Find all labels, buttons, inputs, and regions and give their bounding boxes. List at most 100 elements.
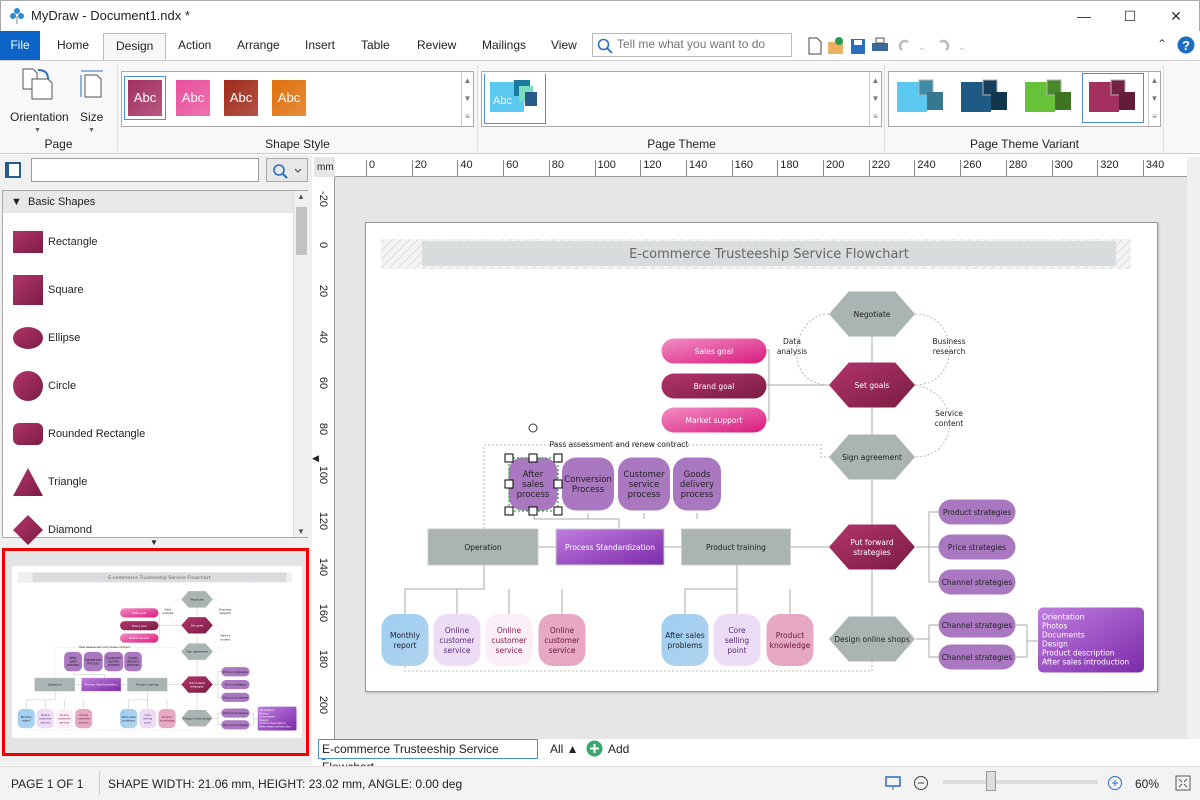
theme-variant-2[interactable]: [1023, 78, 1075, 118]
node-product-knowledge[interactable]: Productknowledge: [766, 614, 814, 666]
node-after-sales-problems[interactable]: After salesproblems: [661, 614, 709, 666]
node-price-strategies[interactable]: Price strategies: [938, 534, 1016, 560]
add-page-button[interactable]: Add: [608, 742, 629, 756]
tell-me-input[interactable]: [617, 37, 787, 51]
size-button[interactable]: Size ▼: [78, 65, 108, 135]
close-button[interactable]: ✕: [1153, 1, 1199, 31]
zoom-slider-thumb[interactable]: [986, 771, 996, 791]
canvas-vertical-scrollbar[interactable]: [1187, 157, 1200, 739]
node-process-std[interactable]: Process Standardization: [555, 528, 665, 566]
diagram-overview[interactable]: [2, 548, 309, 756]
tab-review[interactable]: Review: [405, 33, 468, 60]
shape-item-triangle[interactable]: Triangle: [3, 458, 293, 506]
node-online-cs-3[interactable]: Onlinecustomerservice: [538, 614, 586, 666]
zoom-out-icon[interactable]: [913, 775, 929, 791]
node-online-cs-1[interactable]: Onlinecustomerservice: [433, 614, 481, 666]
node-channel-strategies-1[interactable]: Channel strategies: [938, 569, 1016, 595]
left-collapse-arrow-icon[interactable]: ◀: [312, 453, 319, 464]
presentation-icon[interactable]: [885, 775, 901, 791]
flowchart-diagram[interactable]: E-commerce Trusteeship Service Flowchart…: [366, 223, 1159, 693]
tab-file[interactable]: File: [0, 31, 40, 60]
node-put-forward[interactable]: Put forwardstrategies: [829, 524, 915, 570]
shape-item-rectangle[interactable]: Rectangle: [3, 218, 293, 266]
shape-list-scrollbar[interactable]: ▲ ▼: [293, 191, 308, 537]
library-icon[interactable]: [4, 161, 22, 179]
tab-home[interactable]: Home: [45, 33, 101, 60]
new-document-icon[interactable]: [808, 37, 822, 55]
print-icon[interactable]: [872, 37, 888, 51]
node-sign-agreement[interactable]: Sign agreement: [829, 434, 915, 480]
node-conversion[interactable]: ConversionProcess: [562, 457, 614, 511]
shape-style-swatch[interactable]: Abc: [224, 80, 258, 116]
shape-item-rounded-rectangle[interactable]: Rounded Rectangle: [3, 410, 293, 458]
theme-variant-3[interactable]: [1082, 73, 1144, 123]
resize-handle[interactable]: [553, 506, 563, 516]
zoom-in-icon[interactable]: [1107, 775, 1123, 791]
node-operation[interactable]: Operation: [427, 528, 539, 566]
tell-me-search[interactable]: [592, 33, 792, 57]
maximize-button[interactable]: ☐: [1107, 1, 1153, 31]
all-pages-button[interactable]: All ▲: [550, 742, 579, 756]
shape-style-swatch[interactable]: Abc: [124, 76, 166, 120]
resize-handle[interactable]: [504, 479, 514, 489]
theme-variant-0[interactable]: [895, 78, 947, 118]
theme-variant-1[interactable]: [959, 78, 1011, 118]
node-channel-strategies-2[interactable]: Channel strategies: [938, 612, 1016, 638]
node-core-selling[interactable]: Coresellingpoint: [713, 614, 761, 666]
splitter-arrow-icon[interactable]: ▼: [150, 538, 158, 547]
help-icon[interactable]: ?: [1177, 36, 1195, 54]
collapse-ribbon-icon[interactable]: ⌃: [1157, 37, 1167, 51]
tab-view[interactable]: View: [539, 33, 589, 60]
page-theme-item[interactable]: Abc: [484, 74, 546, 124]
tab-design[interactable]: Design: [103, 33, 167, 60]
node-product-training[interactable]: Product training: [681, 528, 791, 566]
shape-item-ellipse[interactable]: Ellipse: [3, 314, 293, 362]
shape-item-square[interactable]: Square: [3, 266, 293, 314]
page-tab-current[interactable]: E-commerce Trusteeship Service Flowchart: [318, 739, 538, 774]
tab-insert[interactable]: Insert: [293, 33, 347, 60]
shape-style-swatch[interactable]: Abc: [272, 80, 306, 116]
resize-handle[interactable]: [528, 506, 538, 516]
node-customer-service-process[interactable]: Customerserviceprocess: [618, 457, 670, 511]
shape-style-swatch[interactable]: Abc: [176, 80, 210, 116]
node-set-goals[interactable]: Set goals: [829, 362, 915, 408]
shape-item-circle[interactable]: Circle: [3, 362, 293, 410]
shape-search-button[interactable]: [266, 158, 308, 182]
orientation-button[interactable]: Orientation ▼: [8, 65, 69, 135]
drawing-page[interactable]: E-commerce Trusteeship Service Flowchart…: [365, 222, 1158, 692]
category-basic-shapes[interactable]: ▼ Basic Shapes: [3, 191, 293, 213]
node-after-sales-process[interactable]: Aftersalesprocess: [508, 457, 558, 511]
resize-handle[interactable]: [504, 506, 514, 516]
node-negotiate[interactable]: Negotiate: [829, 291, 915, 337]
node-info-box[interactable]: OrientationPhotosDocumentsDesignProduct …: [1038, 607, 1144, 673]
tab-action[interactable]: Action: [166, 33, 223, 60]
tab-table[interactable]: Table: [349, 33, 402, 60]
gallery-scroll[interactable]: ▲ ▼ ≡: [461, 72, 473, 126]
zoom-slider[interactable]: [943, 771, 1098, 791]
add-page-icon[interactable]: [586, 740, 603, 757]
node-brand-goal[interactable]: Brand goal: [661, 373, 767, 399]
resize-handle[interactable]: [553, 453, 563, 463]
node-market-support[interactable]: Market support: [661, 407, 767, 433]
resize-handle[interactable]: [553, 479, 563, 489]
node-product-strategies[interactable]: Product strategies: [938, 499, 1016, 525]
tab-mailings[interactable]: Mailings: [470, 33, 538, 60]
node-online-cs-2[interactable]: Onlinecustomerservice: [485, 614, 533, 666]
redo-icon[interactable]: ⌄: [939, 39, 966, 52]
minimize-button[interactable]: —: [1061, 1, 1107, 31]
undo-icon[interactable]: ⌄: [898, 39, 926, 52]
shape-item-diamond[interactable]: Diamond: [3, 506, 293, 554]
shape-search-input[interactable]: [31, 158, 259, 182]
node-sales-goal[interactable]: Sales goal: [661, 338, 767, 364]
save-icon[interactable]: [851, 39, 865, 54]
tab-arrange[interactable]: Arrange: [225, 33, 292, 60]
resize-handle[interactable]: [504, 453, 514, 463]
fit-page-icon[interactable]: [1175, 775, 1191, 791]
node-design-shops[interactable]: Design online shops: [829, 616, 915, 662]
rotate-handle[interactable]: [528, 423, 538, 433]
resize-handle[interactable]: [528, 453, 538, 463]
node-channel-strategies-3[interactable]: Channel strategies: [938, 644, 1016, 670]
open-folder-icon[interactable]: [828, 37, 843, 54]
node-goods-delivery[interactable]: Goodsdeliveryprocess: [673, 457, 721, 511]
node-monthly-report[interactable]: Monthlyreport: [381, 614, 429, 666]
